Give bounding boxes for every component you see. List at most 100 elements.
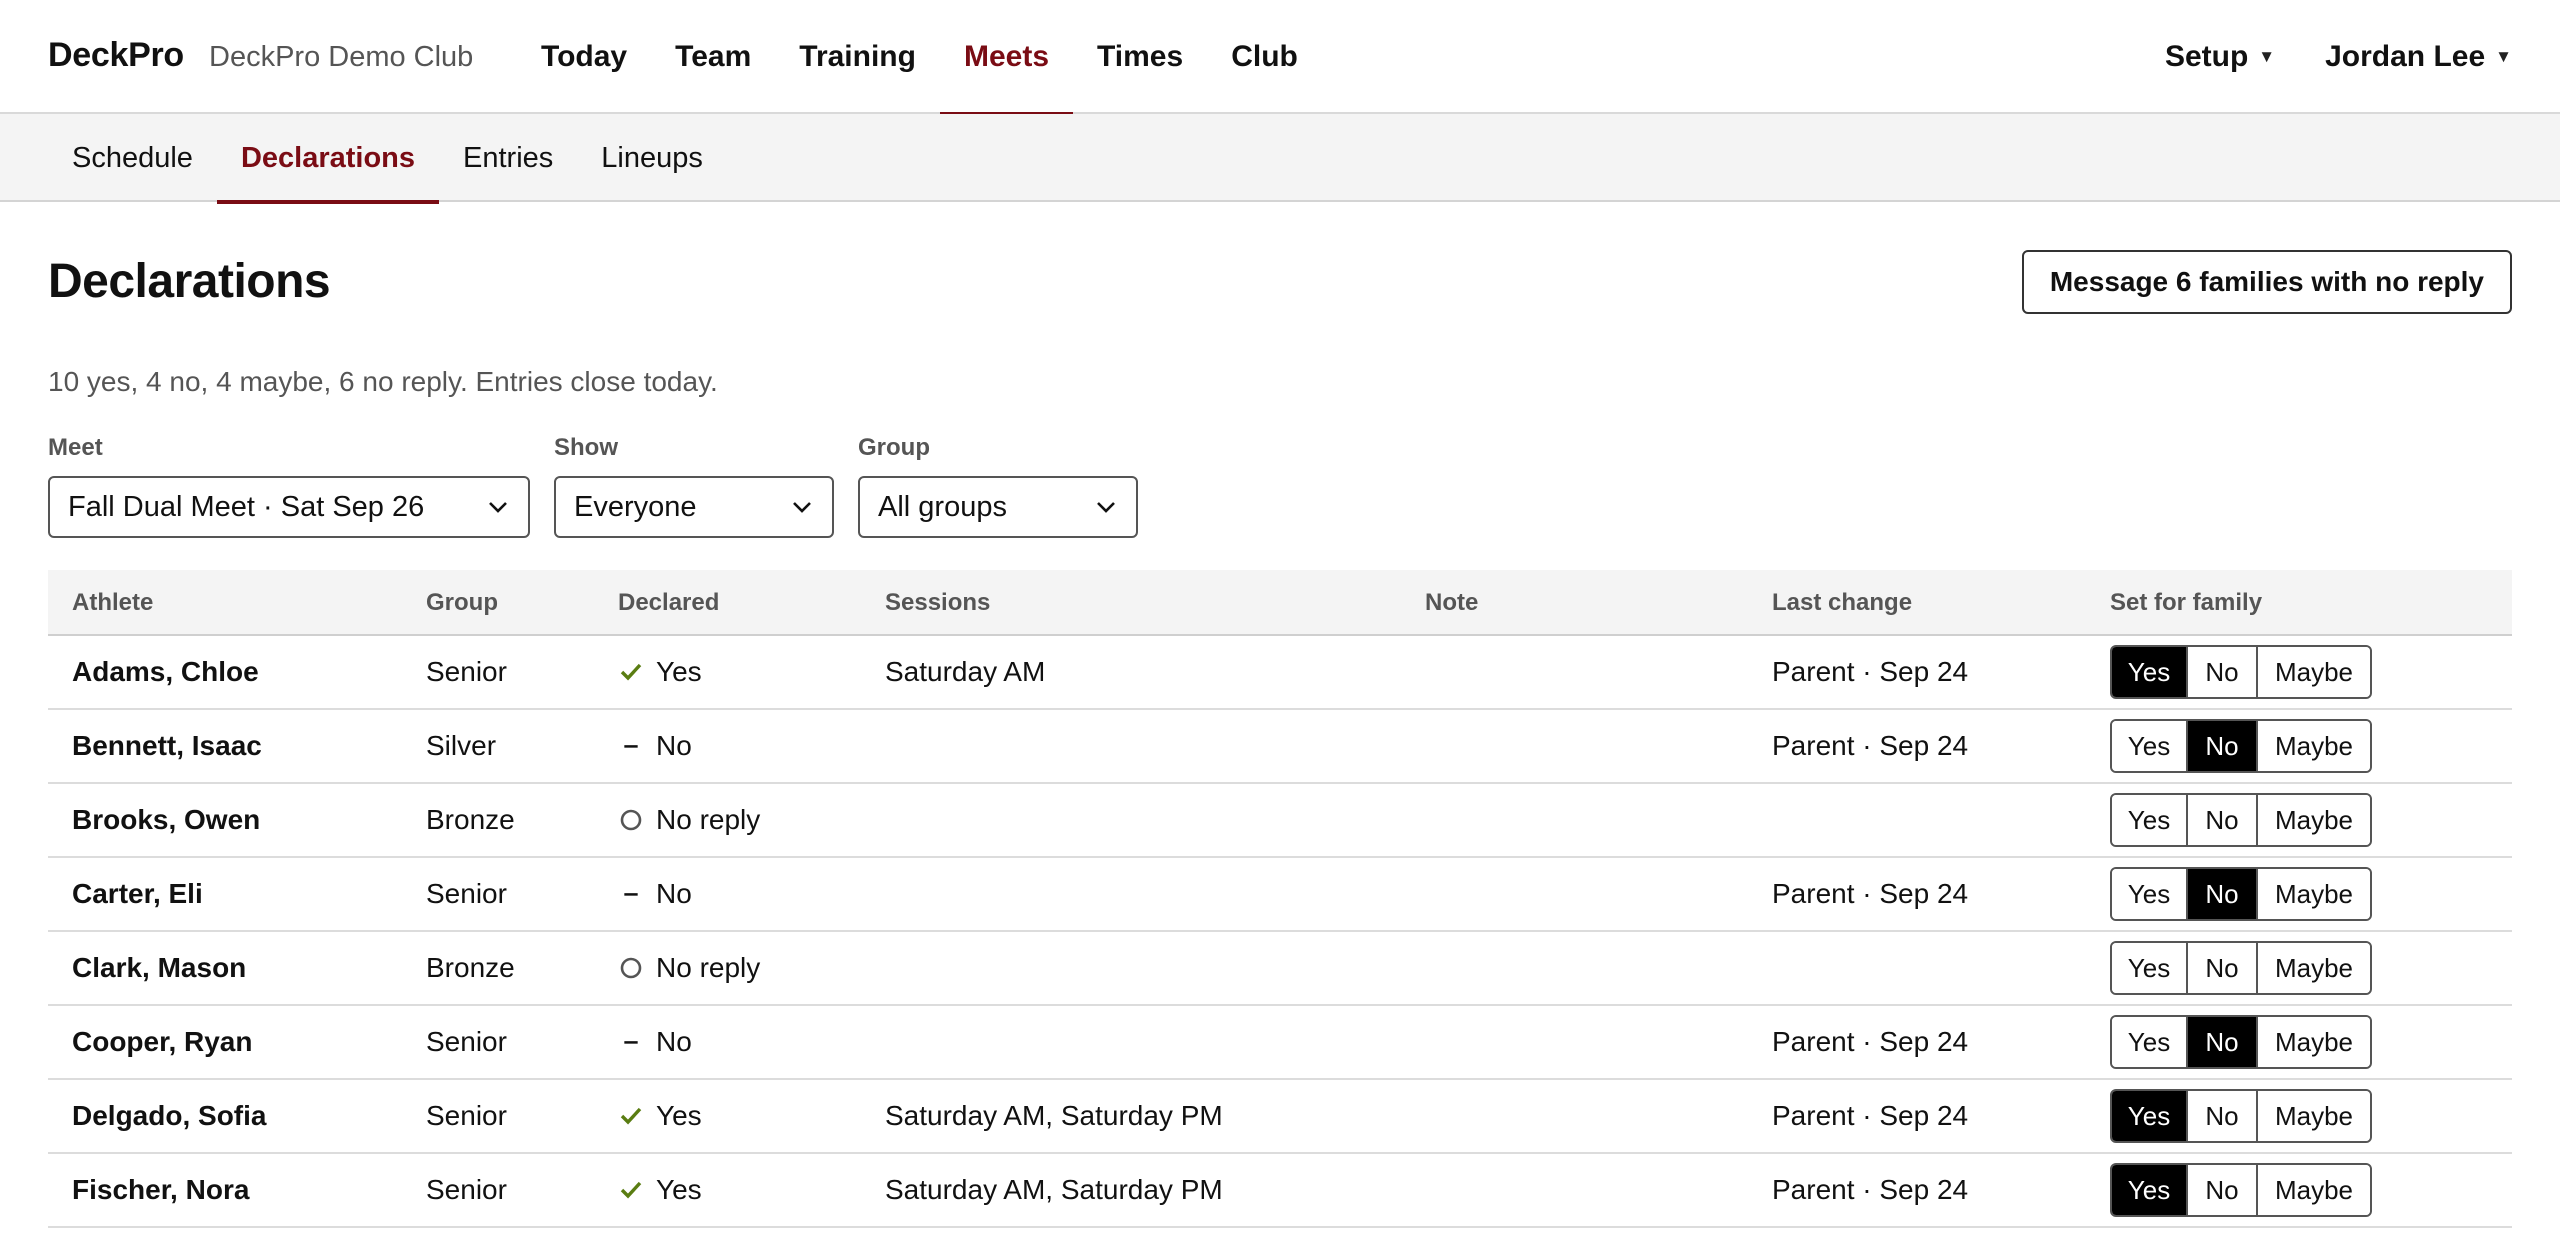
set-no-button[interactable]: No [2188,1165,2258,1215]
athlete-name[interactable]: Fischer, Nora [72,1154,249,1226]
set-no-button[interactable]: No [2188,1091,2258,1141]
declared-status: No reply [618,932,760,1004]
last-change: Parent · Sep 24 [1772,878,1969,909]
set-no-button[interactable]: No [2188,795,2258,845]
set-maybe-button[interactable]: Maybe [2258,647,2370,697]
set-maybe-button[interactable]: Maybe [2258,943,2370,993]
set-maybe-button[interactable]: Maybe [2258,721,2370,771]
header-set-for-family: Set for family [2110,589,2263,616]
last-change: Parent · Sep 24 [1772,730,1969,761]
show-filter: Show Everyone [554,434,834,538]
set-yes-button[interactable]: Yes [2112,795,2188,845]
declaration-toggle: Yes No Maybe [2110,645,2372,699]
nav-item-times[interactable]: Times [1073,0,1207,114]
athlete-name[interactable]: Cooper, Ryan [72,1006,252,1078]
set-yes-button[interactable]: Yes [2112,1165,2188,1215]
declaration-toggle: Yes No Maybe [2110,1163,2372,1217]
tab-lineups[interactable]: Lineups [577,114,727,202]
set-no-button[interactable]: No [2188,721,2258,771]
set-maybe-button[interactable]: Maybe [2258,1017,2370,1067]
set-for-family: Yes No Maybe [2110,1154,2372,1226]
table-row: Clark, Mason Bronze No reply Yes No Maybe [48,932,2512,1006]
sessions: Saturday AM [885,656,1046,687]
table-row: Adams, Chloe Senior Yes Saturday AM Parent ·… [48,636,2512,710]
table-row: Carter, Eli Senior No Parent · Sep 24 Yes No M… [48,858,2512,932]
circle-icon [618,807,644,833]
group-select[interactable]: All groups [858,476,1138,538]
set-yes-button[interactable]: Yes [2112,1091,2188,1141]
athlete-name[interactable]: Carter, Eli [72,858,203,930]
message-families-button[interactable]: Message 6 families with no reply [2021,250,2512,314]
nav-item-training[interactable]: Training [775,0,940,114]
header-note: Note [1425,589,1479,616]
table-row: Cooper, Ryan Senior No Parent · Sep 24 Yes No… [48,1006,2512,1080]
meet-select-value: Fall Dual Meet · Sat Sep 26 [68,490,425,523]
show-filter-label: Show [554,434,618,461]
set-no-button[interactable]: No [2188,1017,2258,1067]
check-icon [618,659,644,685]
table-header: Athlete Group Declared Sessions Note Las… [48,570,2512,636]
nav-item-meets[interactable]: Meets [939,0,1074,116]
brand-logo[interactable]: DeckPro [48,36,184,75]
set-yes-button[interactable]: Yes [2112,869,2188,919]
athlete-name[interactable]: Delgado, Sofia [72,1080,266,1152]
group-select-value: All groups [878,490,1007,523]
athlete-name[interactable]: Brooks, Owen [72,784,260,856]
circle-icon [618,955,644,981]
dash-icon [618,1029,644,1055]
nav-item-team[interactable]: Team [651,0,775,114]
tab-declarations[interactable]: Declarations [216,114,440,204]
set-maybe-button[interactable]: Maybe [2258,869,2370,919]
set-yes-button[interactable]: Yes [2112,943,2188,993]
set-for-family: Yes No Maybe [2110,1006,2372,1078]
set-no-button[interactable]: No [2188,869,2258,919]
declaration-toggle: Yes No Maybe [2110,1089,2372,1143]
tab-schedule[interactable]: Schedule [48,114,217,202]
set-maybe-button[interactable]: Maybe [2258,1091,2370,1141]
page-title: Declarations [48,255,331,308]
tab-entries[interactable]: Entries [439,114,577,202]
set-yes-button[interactable]: Yes [2112,647,2188,697]
athlete-group: Senior [426,1026,507,1057]
set-no-button[interactable]: No [2188,647,2258,697]
athlete-name[interactable]: Clark, Mason [72,932,246,1004]
nav-item-club[interactable]: Club [1207,0,1322,114]
set-maybe-button[interactable]: Maybe [2258,1165,2370,1215]
header-group[interactable]: Group [426,570,498,636]
nav-item-today[interactable]: Today [517,0,651,114]
header-declared[interactable]: Declared [618,570,719,636]
athlete-name[interactable]: Adams, Chloe [72,636,259,708]
show-select[interactable]: Everyone [554,476,834,538]
last-change: Parent · Sep 24 [1772,1100,1969,1131]
declarations-table: Athlete Group Declared Sessions Note Las… [48,570,2512,1228]
set-yes-button[interactable]: Yes [2112,721,2188,771]
set-for-family: Yes No Maybe [2110,784,2372,856]
set-yes-button[interactable]: Yes [2112,1017,2188,1067]
header-sessions: Sessions [885,589,991,616]
main-nav: Today Team Training Meets Times Club [517,0,1322,116]
club-name: DeckPro Demo Club [209,41,474,73]
declared-label: No [656,878,692,909]
declaration-toggle: Yes No Maybe [2110,1015,2372,1069]
user-menu-label: Jordan Lee [2325,40,2486,73]
user-menu[interactable]: Jordan Lee ▼ [2325,40,2512,74]
declared-label: Yes [656,1174,702,1205]
meet-filter: Meet Fall Dual Meet · Sat Sep 26 [48,434,530,538]
group-filter-label: Group [858,434,930,461]
set-no-button[interactable]: No [2188,943,2258,993]
athlete-group: Senior [426,878,507,909]
declared-status: No [618,858,692,930]
meet-select[interactable]: Fall Dual Meet · Sat Sep 26 [48,476,530,538]
athlete-group: Silver [426,730,497,761]
declared-label: No [656,730,692,761]
setup-menu[interactable]: Setup ▼ [2165,40,2275,74]
athlete-group: Senior [426,656,507,687]
setup-menu-label: Setup [2164,40,2249,73]
set-maybe-button[interactable]: Maybe [2258,795,2370,845]
sessions: Saturday AM, Saturday PM [885,1174,1223,1205]
declared-status: Yes [618,1080,702,1152]
athlete-name[interactable]: Bennett, Isaac [72,710,262,782]
check-icon [618,1103,644,1129]
header-athlete[interactable]: Athlete [72,570,153,636]
header-last-change[interactable]: Last change [1772,570,1912,636]
